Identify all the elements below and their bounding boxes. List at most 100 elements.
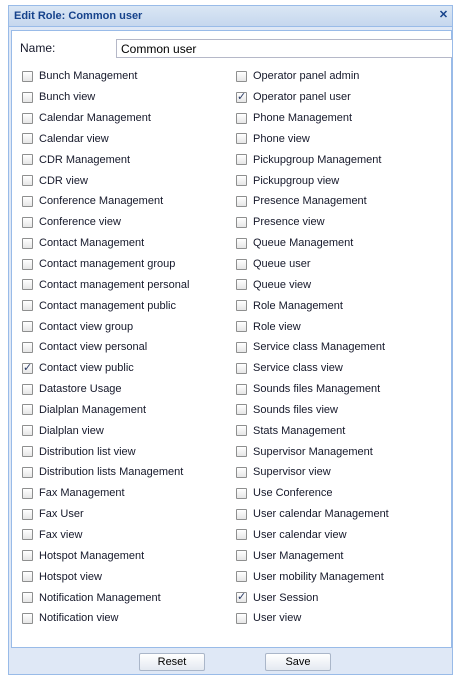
permission-item[interactable]: User view	[236, 608, 389, 629]
checkbox-unchecked[interactable]	[22, 550, 33, 562]
checkbox-checked[interactable]	[236, 590, 247, 604]
permission-item[interactable]: Contact view group	[22, 316, 189, 337]
checkbox-unchecked[interactable]	[236, 279, 247, 291]
permission-item[interactable]: Distribution list view	[22, 441, 189, 462]
permission-item[interactable]: Contact management public	[22, 295, 189, 316]
reset-button[interactable]: Reset	[139, 653, 205, 671]
permission-item[interactable]: Fax User	[22, 504, 189, 525]
checkbox-unchecked[interactable]	[22, 279, 33, 291]
permission-item[interactable]: CDR Management	[22, 149, 189, 170]
checkbox-unchecked[interactable]	[236, 404, 247, 416]
permission-item[interactable]: Operator panel user	[236, 87, 389, 108]
checkbox-unchecked[interactable]	[22, 112, 33, 124]
checkbox-checked[interactable]	[22, 361, 33, 374]
permission-item[interactable]: Service class view	[236, 358, 389, 379]
checkbox-unchecked[interactable]	[22, 404, 33, 416]
permission-item[interactable]: Queue Management	[236, 233, 389, 254]
checkbox-unchecked[interactable]	[22, 425, 33, 437]
checkbox-unchecked[interactable]	[236, 571, 247, 583]
permission-item[interactable]: User Management	[236, 545, 389, 566]
checkbox-unchecked[interactable]	[236, 175, 247, 187]
permission-item[interactable]: User Session	[236, 587, 389, 608]
permission-item[interactable]: Distribution lists Management	[22, 462, 189, 483]
checkbox-unchecked[interactable]	[236, 133, 247, 145]
permission-item[interactable]: Service class Management	[236, 337, 389, 358]
checkbox-unchecked[interactable]	[22, 612, 33, 624]
permission-item[interactable]: Pickupgroup view	[236, 170, 389, 191]
name-field[interactable]	[116, 39, 452, 58]
permission-item[interactable]: Hotspot view	[22, 566, 189, 587]
permission-item[interactable]: Sounds files view	[236, 400, 389, 421]
checkbox-unchecked[interactable]	[236, 362, 247, 374]
checkbox-unchecked[interactable]	[22, 195, 33, 207]
checkbox-unchecked[interactable]	[236, 70, 247, 82]
checkbox-unchecked[interactable]	[22, 529, 33, 541]
permission-item[interactable]: Supervisor Management	[236, 441, 389, 462]
checkbox-unchecked[interactable]	[22, 383, 33, 395]
checkbox-unchecked[interactable]	[236, 550, 247, 562]
permission-item[interactable]: Presence Management	[236, 191, 389, 212]
permission-item[interactable]: Dialplan view	[22, 420, 189, 441]
permission-item[interactable]: Hotspot Management	[22, 545, 189, 566]
checkbox-unchecked[interactable]	[236, 466, 247, 478]
checkbox-unchecked[interactable]	[22, 487, 33, 499]
checkbox-unchecked[interactable]	[236, 216, 247, 228]
checkbox-unchecked[interactable]	[236, 154, 247, 166]
close-icon[interactable]: ✕	[437, 9, 450, 22]
checkbox-unchecked[interactable]	[236, 341, 247, 353]
checkbox-unchecked[interactable]	[236, 237, 247, 249]
permission-item[interactable]: Operator panel admin	[236, 66, 389, 87]
checkbox-unchecked[interactable]	[22, 216, 33, 228]
checkbox-unchecked[interactable]	[22, 446, 33, 458]
permission-item[interactable]: Calendar view	[22, 129, 189, 150]
checkbox-unchecked[interactable]	[22, 133, 33, 145]
permission-item[interactable]: Contact management group	[22, 254, 189, 275]
permission-item[interactable]: Notification Management	[22, 587, 189, 608]
permission-item[interactable]: Contact management personal	[22, 274, 189, 295]
permission-item[interactable]: Fax Management	[22, 483, 189, 504]
permission-item[interactable]: Use Conference	[236, 483, 389, 504]
permission-item[interactable]: Bunch Management	[22, 66, 189, 87]
permission-item[interactable]: Queue user	[236, 254, 389, 275]
checkbox-unchecked[interactable]	[236, 612, 247, 624]
checkbox-unchecked[interactable]	[236, 300, 247, 312]
permission-item[interactable]: Dialplan Management	[22, 400, 189, 421]
checkbox-unchecked[interactable]	[22, 466, 33, 478]
permission-item[interactable]: Contact view public	[22, 358, 189, 379]
checkbox-unchecked[interactable]	[236, 508, 247, 520]
checkbox-unchecked[interactable]	[236, 529, 247, 541]
permission-item[interactable]: Sounds files Management	[236, 379, 389, 400]
permission-item[interactable]: Contact Management	[22, 233, 189, 254]
checkbox-unchecked[interactable]	[236, 446, 247, 458]
checkbox-unchecked[interactable]	[236, 425, 247, 437]
permission-item[interactable]: User mobility Management	[236, 566, 389, 587]
checkbox-unchecked[interactable]	[22, 258, 33, 270]
dialog-titlebar[interactable]: Edit Role: Common user ✕	[9, 6, 452, 27]
checkbox-unchecked[interactable]	[22, 154, 33, 166]
permission-item[interactable]: CDR view	[22, 170, 189, 191]
checkbox-unchecked[interactable]	[236, 487, 247, 499]
checkbox-unchecked[interactable]	[22, 508, 33, 520]
permission-item[interactable]: Conference Management	[22, 191, 189, 212]
checkbox-unchecked[interactable]	[22, 237, 33, 249]
permission-item[interactable]: Pickupgroup Management	[236, 149, 389, 170]
permission-item[interactable]: Fax view	[22, 525, 189, 546]
checkbox-unchecked[interactable]	[236, 383, 247, 395]
permission-item[interactable]: Presence view	[236, 212, 389, 233]
checkbox-unchecked[interactable]	[236, 112, 247, 124]
permission-item[interactable]: Queue view	[236, 274, 389, 295]
checkbox-unchecked[interactable]	[236, 195, 247, 207]
checkbox-unchecked[interactable]	[22, 175, 33, 187]
permission-item[interactable]: Contact view personal	[22, 337, 189, 358]
checkbox-unchecked[interactable]	[22, 341, 33, 353]
checkbox-unchecked[interactable]	[22, 321, 33, 333]
permission-item[interactable]: Datastore Usage	[22, 379, 189, 400]
permission-item[interactable]: Calendar Management	[22, 108, 189, 129]
checkbox-unchecked[interactable]	[22, 592, 33, 604]
permission-item[interactable]: User calendar Management	[236, 504, 389, 525]
permission-item[interactable]: User calendar view	[236, 525, 389, 546]
permission-item[interactable]: Phone view	[236, 129, 389, 150]
permission-item[interactable]: Conference view	[22, 212, 189, 233]
permission-item[interactable]: Phone Management	[236, 108, 389, 129]
permission-item[interactable]: Stats Management	[236, 420, 389, 441]
